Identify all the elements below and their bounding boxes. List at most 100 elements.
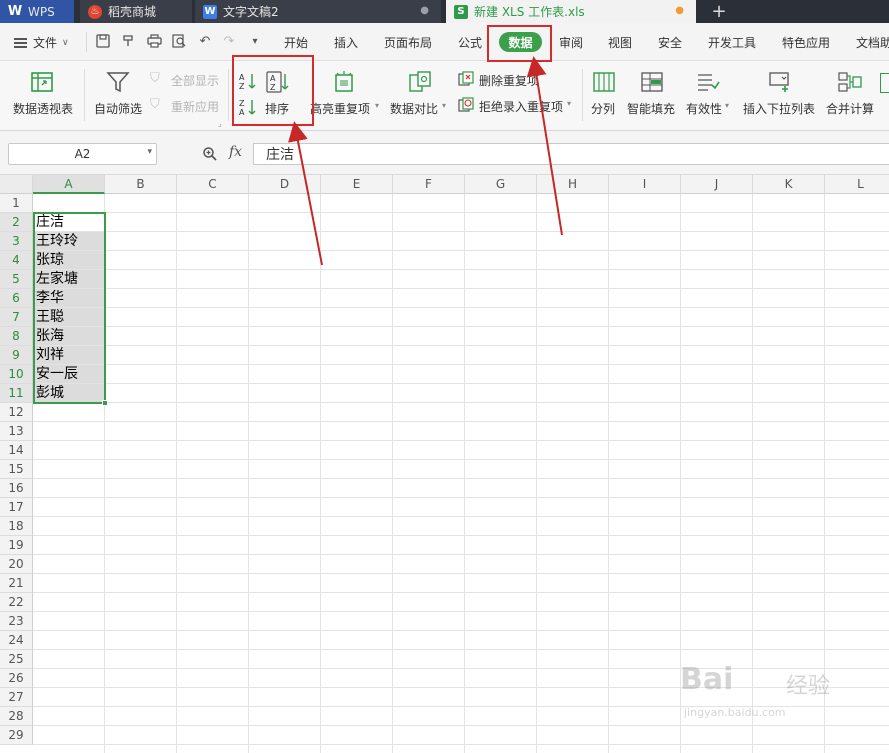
row-header[interactable]: 14	[0, 441, 33, 460]
row-header[interactable]: 10	[0, 365, 33, 384]
tab-writer-doc[interactable]: W 文字文稿2 ●	[195, 0, 441, 23]
data-compare-button[interactable]: 数据对比 ▾	[390, 61, 452, 131]
tab-wps[interactable]: W WPS	[0, 0, 74, 23]
save-icon[interactable]	[95, 33, 111, 49]
column-header[interactable]: D	[249, 175, 321, 194]
row-header[interactable]: 15	[0, 460, 33, 479]
select-all-corner[interactable]	[0, 175, 33, 194]
row-header[interactable]: 29	[0, 726, 33, 745]
menu-review[interactable]: 审阅	[559, 34, 583, 51]
gridline	[608, 194, 609, 753]
row-header[interactable]: 9	[0, 346, 33, 365]
menu-special[interactable]: 特色应用	[782, 34, 830, 51]
row-header[interactable]: 2	[0, 213, 33, 232]
consolidate-button[interactable]: 合并计算	[824, 61, 876, 131]
file-menu[interactable]: 文件 ∨	[14, 34, 69, 51]
row-header[interactable]: 22	[0, 593, 33, 612]
gridline	[33, 554, 889, 555]
row-header[interactable]: 24	[0, 631, 33, 650]
gridline	[33, 744, 889, 745]
reapply-label: 重新应用	[171, 100, 220, 114]
redo-icon[interactable]: ↷	[221, 33, 237, 49]
column-header[interactable]: L	[825, 175, 889, 194]
column-header[interactable]: F	[393, 175, 465, 194]
reapply-button[interactable]: ⛉ 重新应用	[150, 97, 224, 115]
more-ribbon-icon[interactable]	[880, 73, 889, 93]
column-header[interactable]: H	[537, 175, 609, 194]
column-header[interactable]: E	[321, 175, 393, 194]
pivot-table-button[interactable]: 数据透视表	[10, 61, 78, 131]
validity-button[interactable]: 有效性 ▾	[684, 61, 734, 131]
dialog-launcher-icon[interactable]: ⌟	[218, 119, 222, 128]
undo-icon[interactable]: ↶	[197, 33, 213, 49]
menu-start[interactable]: 开始	[284, 34, 308, 51]
row-header[interactable]: 25	[0, 650, 33, 669]
autofilter-button[interactable]: 自动筛选	[92, 61, 146, 131]
row-header[interactable]: 16	[0, 479, 33, 498]
print-icon[interactable]	[146, 33, 162, 49]
row-header[interactable]: 12	[0, 403, 33, 422]
zoom-icon[interactable]	[202, 146, 218, 166]
menu-security[interactable]: 安全	[658, 34, 682, 51]
menu-developer[interactable]: 开发工具	[708, 34, 756, 51]
smart-fill-icon	[641, 72, 663, 92]
format-painter-icon[interactable]	[120, 33, 136, 49]
column-header[interactable]: A	[33, 175, 105, 194]
row-header[interactable]: 20	[0, 555, 33, 574]
menu-doc-assistant[interactable]: 文档助	[856, 34, 889, 51]
remove-duplicates-button[interactable]: 删除重复项	[458, 71, 548, 89]
row-header[interactable]: 17	[0, 498, 33, 517]
watermark-url: jingyan.baidu.com	[684, 706, 786, 719]
column-header[interactable]: I	[609, 175, 681, 194]
row-header[interactable]: 5	[0, 270, 33, 289]
row-header[interactable]: 11	[0, 384, 33, 403]
row-header[interactable]: 28	[0, 707, 33, 726]
formula-input[interactable]: 庄洁	[253, 143, 889, 165]
row-header[interactable]: 19	[0, 536, 33, 555]
row-header[interactable]: 18	[0, 517, 33, 536]
tab-daoke[interactable]: ♨ 稻壳商城	[80, 0, 192, 23]
row-header[interactable]: 13	[0, 422, 33, 441]
insert-dropdown-list-button[interactable]: 插入下拉列表	[740, 61, 820, 131]
row-header[interactable]: 6	[0, 289, 33, 308]
row-header[interactable]: 4	[0, 251, 33, 270]
menu-formula[interactable]: 公式	[458, 34, 482, 51]
writer-doc-icon: W	[203, 4, 217, 19]
new-tab-button[interactable]: +	[706, 0, 732, 23]
show-all-button[interactable]: ⛉ 全部显示	[150, 71, 224, 89]
menu-page-layout[interactable]: 页面布局	[384, 34, 432, 51]
name-box[interactable]: A2 ▾	[8, 143, 157, 165]
chevron-down-icon[interactable]: ▾	[147, 147, 152, 157]
customize-qat-icon[interactable]: ▾	[247, 33, 263, 49]
row-header[interactable]: 27	[0, 688, 33, 707]
insert-dropdown-list-icon	[769, 72, 789, 92]
column-header[interactable]: J	[681, 175, 753, 194]
row-header[interactable]: 7	[0, 308, 33, 327]
split-columns-icon	[593, 72, 615, 92]
row-header[interactable]: 8	[0, 327, 33, 346]
reject-duplicates-label: 拒绝录入重复项	[479, 100, 564, 114]
row-header[interactable]: 21	[0, 574, 33, 593]
row-header[interactable]: 1	[0, 194, 33, 213]
gridline	[33, 288, 889, 289]
highlight-duplicates-button[interactable]: 高亮重复项 ▾	[310, 61, 382, 131]
row-header[interactable]: 26	[0, 669, 33, 688]
reject-duplicates-button[interactable]: 拒绝录入重复项 ▾	[458, 97, 578, 115]
menu-view[interactable]: 视图	[608, 34, 632, 51]
tab-spreadsheet[interactable]: S 新建 XLS 工作表.xls ●	[446, 0, 696, 23]
print-preview-icon[interactable]	[171, 33, 187, 49]
column-header[interactable]: B	[105, 175, 177, 194]
column-header[interactable]: G	[465, 175, 537, 194]
insert-function-button[interactable]: fx	[229, 144, 242, 160]
split-columns-button[interactable]: 分列	[588, 61, 620, 131]
smart-fill-button[interactable]: 智能填充	[626, 61, 678, 131]
row-header[interactable]: 3	[0, 232, 33, 251]
consolidate-label: 合并计算	[826, 102, 875, 116]
gridline	[33, 383, 889, 384]
column-header[interactable]: K	[753, 175, 825, 194]
row-header[interactable]: 23	[0, 612, 33, 631]
menu-insert[interactable]: 插入	[334, 34, 358, 51]
pivot-table-icon	[31, 72, 53, 92]
fill-handle[interactable]	[102, 400, 108, 406]
column-header[interactable]: C	[177, 175, 249, 194]
